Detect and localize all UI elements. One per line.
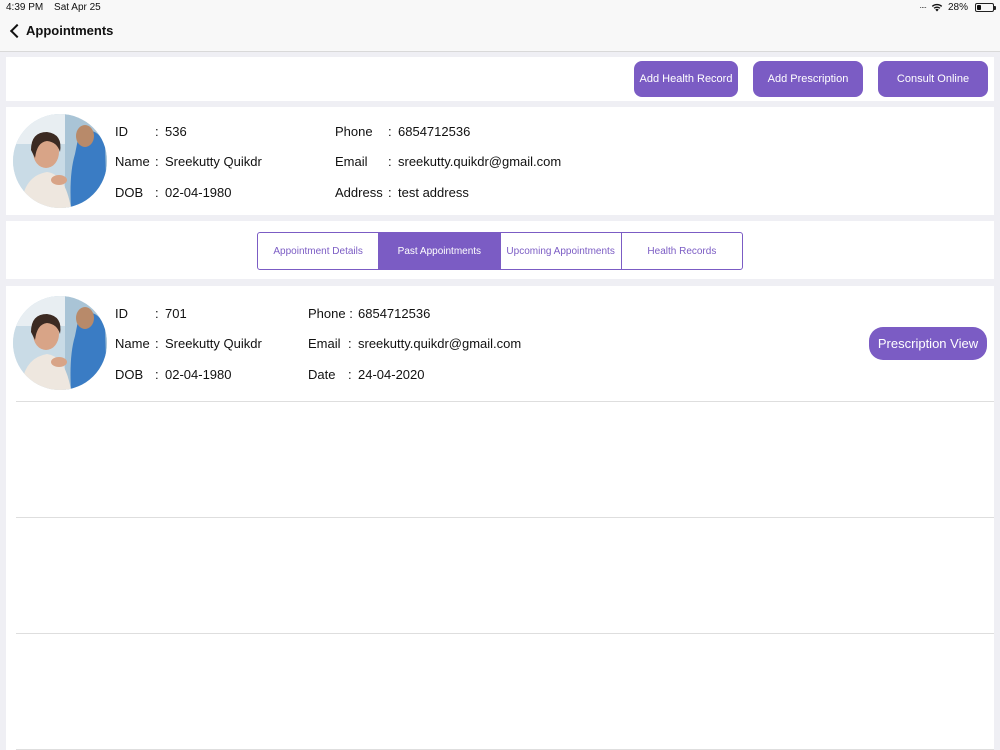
patient-phone-value: 6854712536 [398,124,471,139]
status-right: ···· 28% [919,2,996,13]
tab-appointment-details[interactable]: Appointment Details [258,233,380,269]
patient-dob-label: DOB [115,185,144,200]
patient-address-separator: : [388,185,392,200]
patient-email-label: Email [335,154,368,169]
appointment-date-separator: : [348,367,352,382]
wifi-icon [931,3,943,12]
tabs-panel: Appointment Details Past Appointments Up… [6,221,994,279]
tab-upcoming-appointments[interactable]: Upcoming Appointments [501,233,622,269]
patient-address-label: Address [335,185,383,200]
tab-past-appointments[interactable]: Past Appointments [379,233,501,269]
patient-photo [13,114,107,208]
appointment-email-separator: : [348,336,352,351]
row-divider [16,517,994,518]
add-prescription-button[interactable]: Add Prescription [753,61,863,97]
patient-address-value: test address [398,185,469,200]
battery-icon [975,3,996,12]
battery-percent: 28% [947,2,968,13]
back-button[interactable]: Appointments [8,23,113,38]
appointment-dob-separator: : [155,367,159,382]
patient-avatar [13,114,107,208]
patient-photo [13,296,107,390]
prescription-view-button[interactable]: Prescription View [869,327,987,360]
segmented-tabs: Appointment Details Past Appointments Up… [257,232,743,270]
patient-id-label: ID [115,124,128,139]
appointment-date-label: Date [308,367,336,382]
patient-id-value: 536 [165,124,187,139]
list-item[interactable]: ID : 701 Name : Sreekutty Quikdr DOB : 0… [6,286,994,401]
appointment-dob-value: 02-04-1980 [165,367,232,382]
appointment-email-value: sreekutty.quikdr@gmail.com [358,336,522,351]
patient-name-label: Name [115,154,150,169]
status-time: 4:39 PM [6,2,44,13]
appointment-name-separator: : [155,336,159,351]
tab-health-records[interactable]: Health Records [622,233,742,269]
appointment-email-label: Email [308,336,341,351]
back-label: Appointments [26,23,114,38]
appointment-date-value: 24-04-2020 [358,367,425,382]
patient-dob-value: 02-04-1980 [165,185,232,200]
appointment-id-separator: : [155,306,159,321]
appointment-dob-label: DOB [115,367,144,382]
action-panel: Add Health Record Add Prescription Consu… [6,57,994,101]
appointment-id-label: ID [115,306,128,321]
row-divider [16,401,994,402]
status-date: Sat Apr 25 [54,2,101,13]
add-health-record-button[interactable]: Add Health Record [634,61,738,97]
consult-online-button[interactable]: Consult Online [878,61,988,97]
appointment-name-label: Name [115,336,150,351]
patient-phone-label: Phone [335,124,373,139]
appointment-phone-label: Phone : [308,306,353,321]
patient-id-separator: : [155,124,159,139]
patient-email-value: sreekutty.quikdr@gmail.com [398,154,562,169]
patient-dob-separator: : [155,185,159,200]
patient-phone-separator: : [388,124,392,139]
patient-name-separator: : [155,154,159,169]
nav-bar: Appointments [0,16,1000,52]
patient-email-separator: : [388,154,392,169]
signal-dots-icon: ···· [919,3,927,12]
appointment-phone-value: 6854712536 [358,306,431,321]
appointment-avatar [13,296,107,390]
patient-name-value: Sreekutty Quikdr [165,154,262,169]
appointment-name-value: Sreekutty Quikdr [165,336,262,351]
row-divider [16,633,994,634]
appointment-id-value: 701 [165,306,187,321]
battery-fill [977,5,981,10]
appointments-list: ID : 701 Name : Sreekutty Quikdr DOB : 0… [6,286,994,750]
status-left: 4:39 PM Sat Apr 25 [6,2,109,13]
status-bar: 4:39 PM Sat Apr 25 ···· 28% [0,0,1000,16]
patient-card: ID : 536 Name : Sreekutty Quikdr DOB : 0… [6,107,994,215]
chevron-left-icon [9,23,25,38]
